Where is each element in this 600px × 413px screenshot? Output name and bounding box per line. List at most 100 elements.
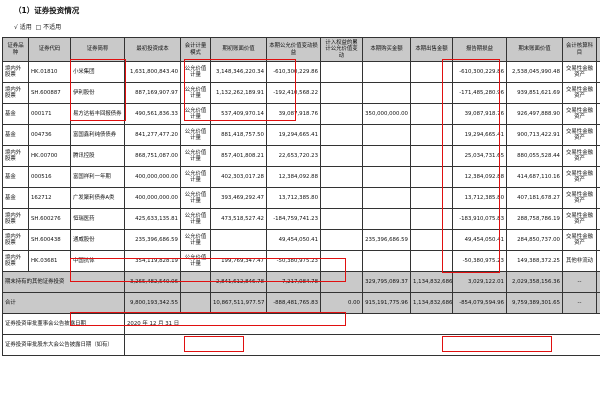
table-cell: 境内外股票 xyxy=(2,82,29,104)
page: （1）证券投资情况 √ 适用 □ 不适用 证券品种 证券代码 证券简称 最初投资成本会… xyxy=(0,0,600,413)
table-cell xyxy=(410,229,453,251)
table-cell: 其他非流动 xyxy=(562,250,597,272)
table-cell: 交易性金融资产 xyxy=(562,82,597,104)
table-cell: 1,132,262,189.91 xyxy=(210,82,267,104)
table-cell: SH.600887 xyxy=(28,82,71,104)
table-cell xyxy=(410,250,453,272)
table-cell: 境内外股票 xyxy=(2,250,29,272)
table-row: 基金 162712 广发聚利债券A类 400,000,000.00 公允价值计量 393,… xyxy=(2,187,600,209)
other-mode xyxy=(180,271,211,293)
total-opening-value: 10,867,511,977.57 xyxy=(210,292,267,314)
table-cell: 425,633,135.81 xyxy=(124,208,181,230)
not-applicable-option: □ 不适用 xyxy=(35,24,62,31)
table-cell xyxy=(410,61,453,83)
table-row: 基金 000516 富国祥利一年期 400,000,000.00 公允价值计量 402,3… xyxy=(2,166,600,188)
other-initial-cost: 3,265,482,540.06 xyxy=(124,271,181,293)
table-cell: 交易性金融资产 xyxy=(562,208,597,230)
table-row: 基金 000171 易方达裕丰回报债券 490,561,836.33 公允价值计量 537… xyxy=(2,103,600,125)
header-row: 证券品种 证券代码 证券简称 最初投资成本 会计计量模式 期初账面价值 本期公允价值变动损益… xyxy=(2,37,600,62)
total-account: -- xyxy=(562,292,597,314)
table-cell: HK.03681 xyxy=(28,250,71,272)
table-cell: 2,538,045,990.48 xyxy=(506,61,563,83)
header-cell: 报告期损益 xyxy=(452,37,507,62)
header-cell: 本期购买金额 xyxy=(362,37,411,62)
table-cell: 基金 xyxy=(2,187,29,209)
table-cell: 39,087,918.76 xyxy=(266,103,321,125)
header-cell: 计入权益的累计公允价值变动 xyxy=(320,37,363,62)
table-cell: 900,713,422.91 xyxy=(506,124,563,146)
table-row: 境内外股票 HK.00700 腾讯控股 868,751,087.00 公允价值计量 857… xyxy=(2,145,600,167)
table-cell: 3,148,346,220.34 xyxy=(210,61,267,83)
table-row: 境内外股票 HK.01810 小米集团 1,631,800,843.40 公允价值计量 3… xyxy=(2,61,600,83)
header-cell: 本期公允价值变动损益 xyxy=(266,37,321,62)
table-cell: 288,758,786.19 xyxy=(506,208,563,230)
holders-approval-row: 证券投资审批股东大会公告披露日期（如有） xyxy=(2,334,600,356)
table-cell xyxy=(320,103,363,125)
other-label: 期末持有的其他证券投资 xyxy=(2,271,125,293)
table-cell: 自有 xyxy=(596,208,600,230)
table-cell: 富国鑫利纯债债券 xyxy=(70,124,125,146)
table-cell xyxy=(320,61,363,83)
table-cell: 12,384,092.88 xyxy=(266,166,321,188)
table-cell: 1,631,800,843.40 xyxy=(124,61,181,83)
table-cell xyxy=(320,166,363,188)
table-row: 境内外股票 SH.600276 恒瑞医药 425,633,135.81 公允价值计量 47… xyxy=(2,208,600,230)
other-ending-value: 2,029,358,156.36 xyxy=(506,271,563,293)
header-cell: 会计核算科目 xyxy=(562,37,597,62)
table-cell: 473,518,527.42 xyxy=(210,208,267,230)
header-cell: 证券代码 xyxy=(28,37,71,62)
board-date: 2020 年 12 月 31 日 xyxy=(124,313,600,335)
section-title: （1）证券投资情况 xyxy=(14,6,80,15)
total-label: 合计 xyxy=(2,292,125,314)
header-cell: 期初账面价值 xyxy=(210,37,267,62)
table-cell: 49,454,050.41 xyxy=(452,229,507,251)
table-row: 境内外股票 SH.600887 伊利股份 887,169,907.97 公允价值计量 1,… xyxy=(2,82,600,104)
table-cell: 公允价值计量 xyxy=(180,229,211,251)
table-cell: 354,119,828.19 xyxy=(124,250,181,272)
table-cell: 公允价值计量 xyxy=(180,103,211,125)
table-cell: 境内外股票 xyxy=(2,61,29,83)
table-cell: 基金 xyxy=(2,103,29,125)
total-row: 合计 9,800,193,342.55 10,867,511,977.57 -8… xyxy=(2,292,600,314)
other-fv-change: -7,217,084.78 xyxy=(266,271,321,293)
table-cell: 交易性金融资产 xyxy=(562,124,597,146)
total-pl: -854,079,594.96 xyxy=(452,292,507,314)
other-opening-value: 2,841,612,846.78 xyxy=(210,271,267,293)
table-cell xyxy=(410,82,453,104)
table-cell: 400,000,000.00 xyxy=(124,187,181,209)
table-cell: 易方达裕丰回报债券 xyxy=(70,103,125,125)
holders-date xyxy=(124,334,600,356)
header-cell: 资金来源 xyxy=(596,37,600,62)
table-cell: 通威股份 xyxy=(70,229,125,251)
total-fv-change: -888,481,765.83 xyxy=(266,292,321,314)
table-cell: 49,454,050.41 xyxy=(266,229,321,251)
table-cell: 22,653,720.23 xyxy=(266,145,321,167)
table-cell: -610,300,229.86 xyxy=(266,61,321,83)
table-cell: 19,294,665.41 xyxy=(266,124,321,146)
header-cell: 最初投资成本 xyxy=(124,37,181,62)
table-cell: 39,087,918.76 xyxy=(452,103,507,125)
table-cell: 基金 xyxy=(2,124,29,146)
table-cell: 537,409,970.14 xyxy=(210,103,267,125)
table-cell xyxy=(410,166,453,188)
table-cell: 小米集团 xyxy=(70,61,125,83)
table-cell xyxy=(410,208,453,230)
table-cell: 887,169,907.97 xyxy=(124,82,181,104)
table-cell xyxy=(362,61,411,83)
table-cell: 交易性金融资产 xyxy=(562,187,597,209)
table-cell: 广发聚利债券A类 xyxy=(70,187,125,209)
table-cell xyxy=(362,208,411,230)
total-cum-fv: 0.00 xyxy=(320,292,363,314)
table-cell: 490,561,836.33 xyxy=(124,103,181,125)
table-cell: 004736 xyxy=(28,124,71,146)
table-cell: 841,277,477.20 xyxy=(124,124,181,146)
holders-label: 证券投资审批股东大会公告披露日期（如有） xyxy=(2,334,125,356)
table-cell xyxy=(320,187,363,209)
header-cell: 期末账面价值 xyxy=(506,37,563,62)
table-cell: 基金 xyxy=(2,166,29,188)
table-cell xyxy=(410,124,453,146)
table-cell: 交易性金融资产 xyxy=(562,103,597,125)
table-cell: -183,910,075.83 xyxy=(452,208,507,230)
table-cell: 393,469,292.47 xyxy=(210,187,267,209)
board-approval-row: 证券投资审批董事会公告披露日期 2020 年 12 月 31 日 xyxy=(2,313,600,335)
